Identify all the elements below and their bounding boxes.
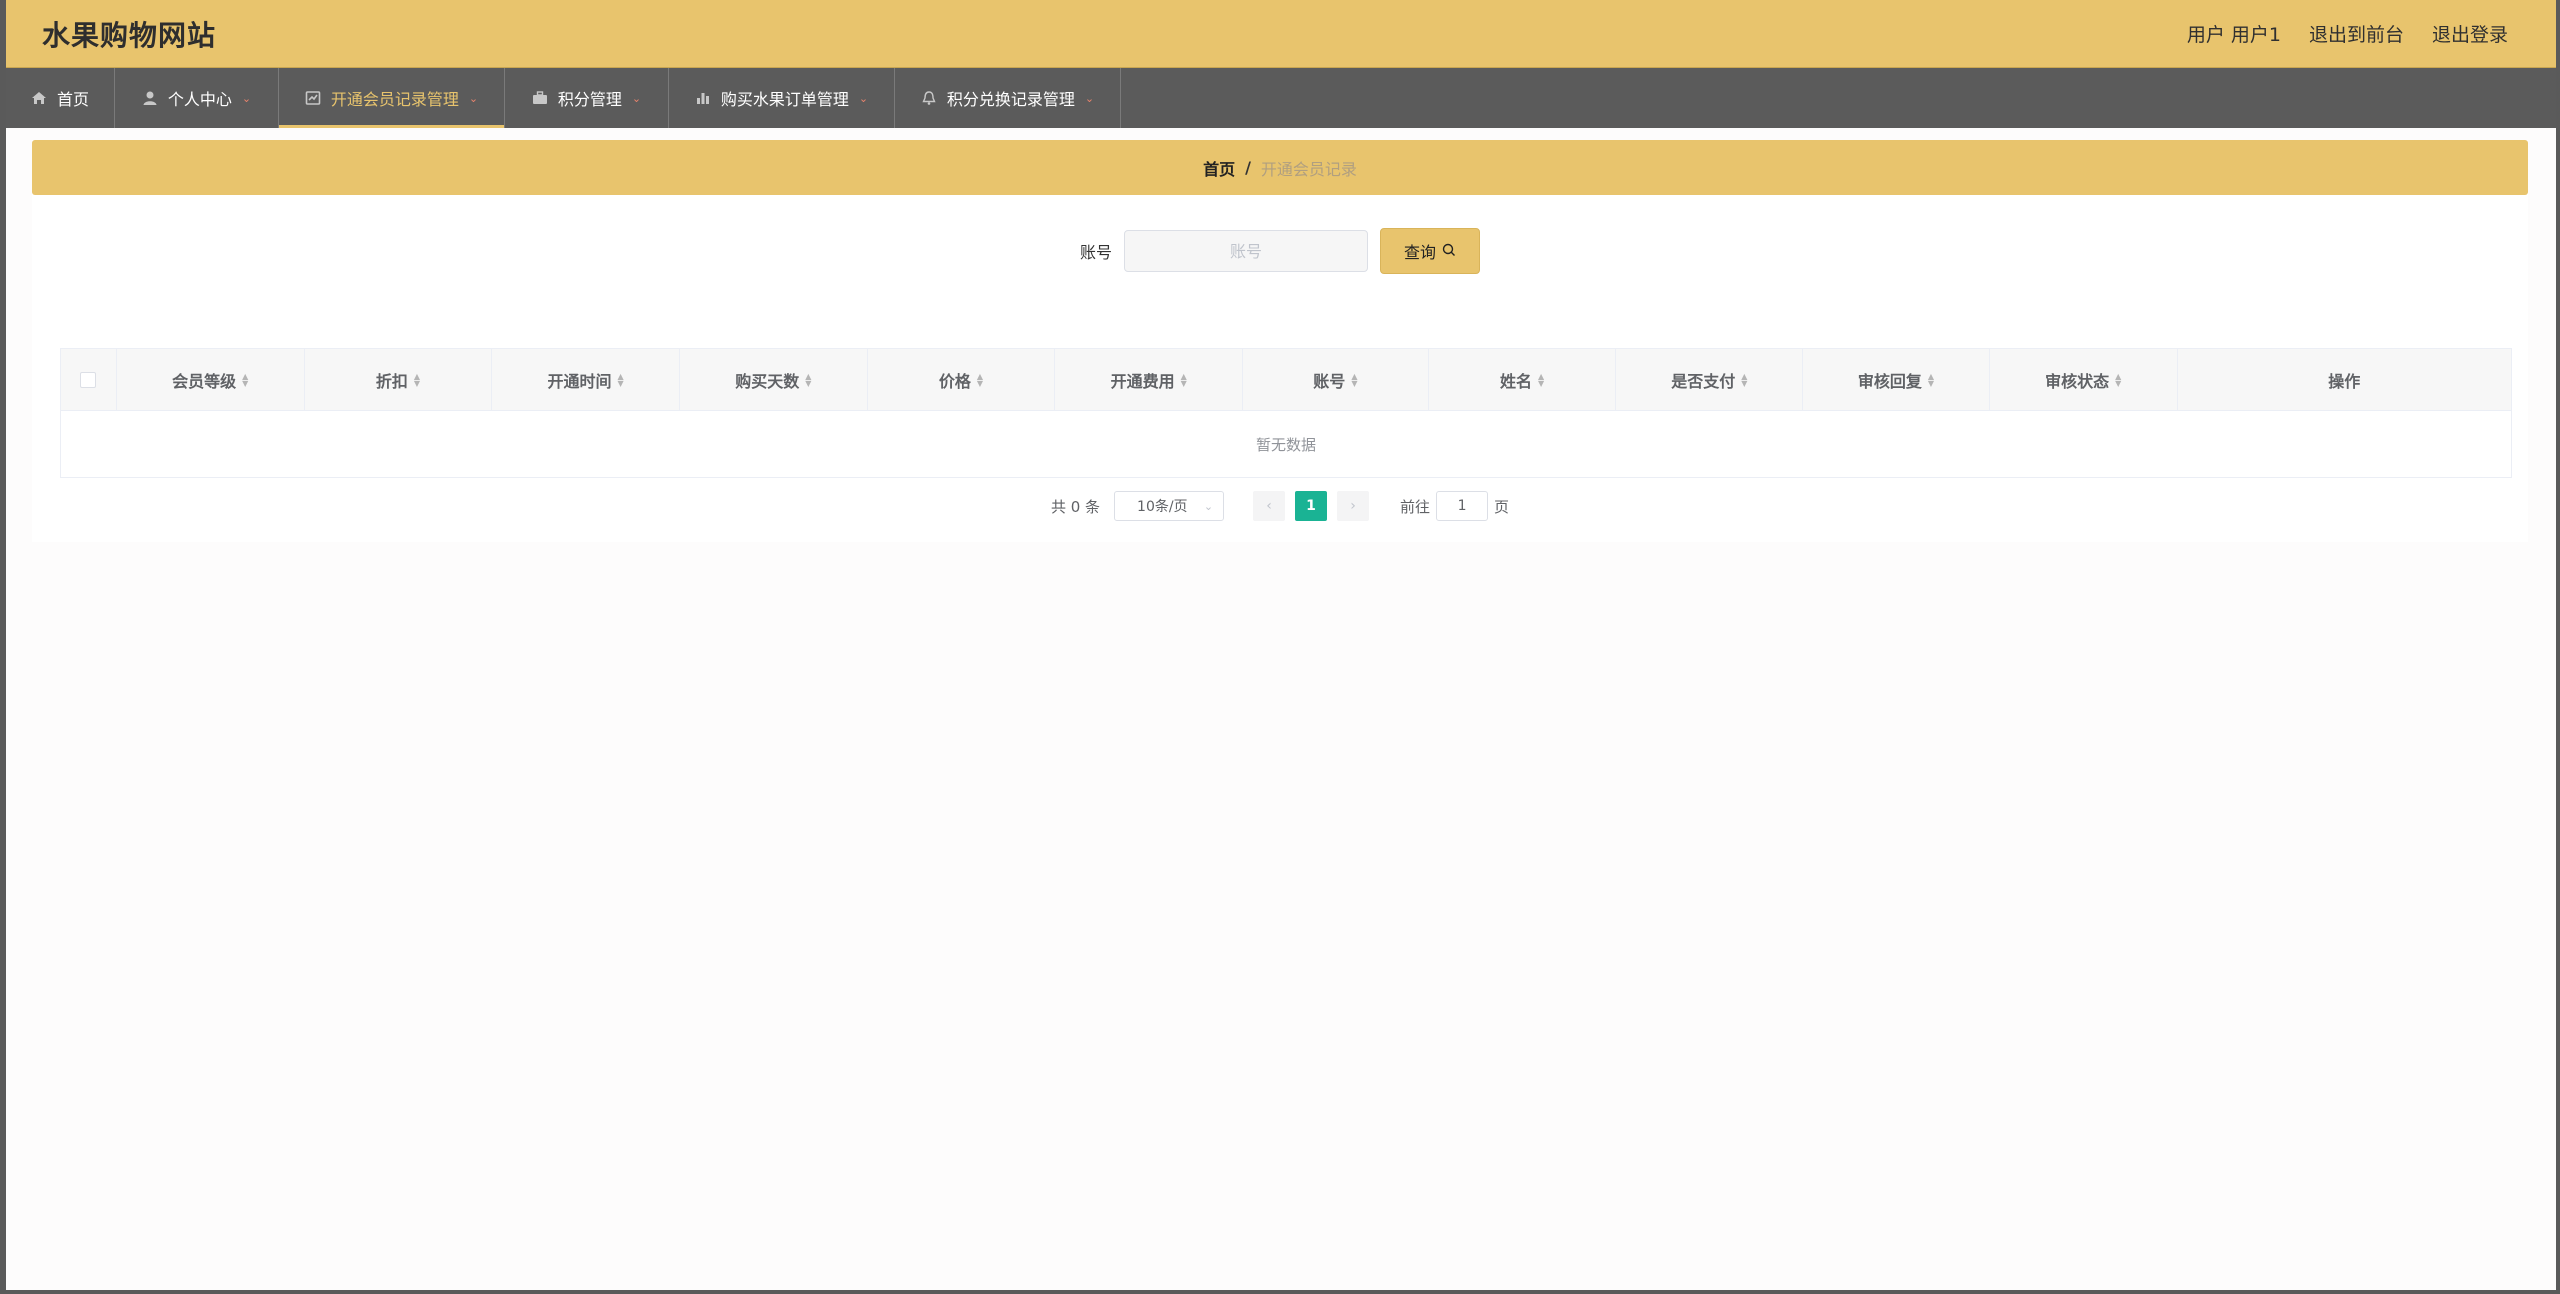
- pagination-total: 共 0 条: [1050, 497, 1101, 516]
- sort-icon: ▲ ▼: [1741, 371, 1748, 388]
- page-size-value: 10条/页: [1137, 499, 1188, 515]
- search-icon: [1442, 242, 1456, 261]
- nav-item-points[interactable]: 积分管理 ⌄: [505, 68, 669, 128]
- search-button[interactable]: 查询: [1380, 228, 1480, 274]
- sort-icon: ▲ ▼: [242, 371, 249, 388]
- main-nav: 首页 个人中心 ⌄ 开通会员记录管理 ⌄ 积分管理 ⌄ 购买水果订单管理 ⌄ 积…: [6, 68, 2556, 128]
- chart-icon: [695, 90, 711, 106]
- nav-label: 开通会员记录管理: [330, 90, 459, 109]
- top-header: 水果购物网站 用户 用户1 退出到前台 退出登录: [6, 0, 2556, 68]
- chevron-down-icon: ⌄: [1203, 499, 1214, 513]
- back-to-front-link[interactable]: 退出到前台: [2309, 20, 2404, 47]
- user-label[interactable]: 用户 用户1: [2187, 20, 2281, 47]
- column-header[interactable]: 折扣 ▲ ▼: [305, 349, 493, 410]
- briefcase-icon: [532, 90, 548, 106]
- select-all-cell: [61, 349, 117, 410]
- records-table: 会员等级 ▲ ▼ 折扣 ▲ ▼ 开通时间 ▲ ▼ 购买天数 ▲ ▼ 价格 ▲ ▼ 开通费用 ▲ ▼ 账号…: [60, 348, 2512, 478]
- nav-item-points-exchange[interactable]: 积分兑换记录管理 ⌄: [895, 68, 1121, 128]
- column-header[interactable]: 审核状态 ▲ ▼: [1990, 349, 2178, 410]
- chevron-down-icon: ⌄: [468, 91, 479, 105]
- sort-icon: ▲ ▼: [2115, 371, 2122, 388]
- column-header[interactable]: 价格 ▲ ▼: [868, 349, 1056, 410]
- search-label: 账号: [1079, 243, 1112, 262]
- nav-item-membership-records[interactable]: 开通会员记录管理 ⌄: [279, 68, 505, 128]
- column-header[interactable]: 姓名 ▲ ▼: [1429, 349, 1617, 410]
- breadcrumb-current: 开通会员记录: [1260, 159, 1357, 179]
- chevron-down-icon: ⌄: [858, 91, 869, 105]
- page-number-button[interactable]: 1: [1295, 491, 1328, 521]
- breadcrumb-home[interactable]: 首页: [1203, 156, 1235, 180]
- content-panel: 首页 / 开通会员记录 账号 查询 会员等级▲▼ 折扣▲▼ 开通时间▲▼: [32, 140, 2528, 542]
- column-header[interactable]: 是否支付 ▲ ▼: [1616, 349, 1804, 410]
- column-header-actions: 操作: [2328, 371, 2361, 391]
- chevron-right-icon: ›: [1350, 498, 1356, 514]
- search-input[interactable]: [1124, 230, 1368, 272]
- sort-icon: ▲ ▼: [1538, 371, 1545, 388]
- logout-link[interactable]: 退出登录: [2432, 20, 2508, 47]
- column-header[interactable]: 会员等级 ▲ ▼: [117, 349, 305, 410]
- breadcrumb: 首页 / 开通会员记录: [32, 140, 2528, 195]
- app-window: 水果购物网站 用户 用户1 退出到前台 退出登录 首页 个人中心 ⌄ 开通会员记…: [6, 0, 2556, 1290]
- next-page-button[interactable]: ›: [1337, 491, 1370, 521]
- chevron-down-icon: ⌄: [1084, 91, 1095, 105]
- nav-label: 购买水果订单管理: [720, 90, 849, 109]
- sort-icon: ▲ ▼: [1351, 371, 1358, 388]
- pagination: 共 0 条 10条/页 ⌄ ‹ 1 › 前往 页: [32, 490, 2528, 522]
- select-all-checkbox[interactable]: [80, 371, 97, 388]
- column-header[interactable]: 账号 ▲ ▼: [1243, 349, 1429, 410]
- header-user-area: 用户 用户1 退出到前台 退出登录: [2187, 20, 2508, 47]
- sort-icon: ▲ ▼: [1927, 371, 1935, 388]
- record-icon: [305, 90, 321, 106]
- goto-page-input[interactable]: [1436, 491, 1489, 521]
- sort-icon: ▲ ▼: [413, 371, 421, 388]
- search-form: 账号 查询: [32, 228, 2528, 274]
- sort-icon: ▲ ▼: [617, 371, 624, 388]
- sort-icon: ▲ ▼: [1180, 371, 1187, 388]
- nav-label: 首页: [56, 90, 89, 109]
- sort-icon: ▲ ▼: [805, 371, 812, 388]
- search-button-label: 查询: [1403, 243, 1436, 262]
- page-size-select[interactable]: 10条/页 ⌄: [1114, 491, 1225, 521]
- nav-label: 积分兑换记录管理: [946, 90, 1075, 109]
- chevron-down-icon: ⌄: [631, 91, 642, 105]
- sort-icon: ▲ ▼: [976, 371, 984, 388]
- goto-prefix: 前往: [1400, 497, 1431, 516]
- empty-state: 暂无数据: [1255, 435, 1316, 454]
- nav-label: 个人中心: [167, 90, 232, 109]
- prev-page-button[interactable]: ‹: [1253, 491, 1286, 521]
- goto-suffix: 页: [1494, 497, 1510, 516]
- nav-label: 积分管理: [557, 90, 622, 109]
- nav-item-fruit-orders[interactable]: 购买水果订单管理 ⌄: [669, 68, 895, 128]
- nav-item-home[interactable]: 首页: [6, 68, 115, 128]
- column-header[interactable]: 购买天数 ▲ ▼: [680, 349, 868, 410]
- bell-icon: [921, 90, 937, 106]
- chevron-down-icon: ⌄: [241, 91, 252, 105]
- home-icon: [31, 90, 47, 106]
- user-icon: [142, 90, 158, 106]
- column-header[interactable]: 审核回复 ▲ ▼: [1803, 349, 1990, 410]
- chevron-left-icon: ‹: [1266, 498, 1272, 514]
- breadcrumb-separator: /: [1245, 158, 1251, 177]
- column-header[interactable]: 开通时间 ▲ ▼: [492, 349, 680, 410]
- site-title: 水果购物网站: [42, 19, 217, 52]
- column-header[interactable]: 开通费用 ▲ ▼: [1055, 349, 1244, 410]
- nav-item-personal-center[interactable]: 个人中心 ⌄: [115, 68, 279, 128]
- table-header: 会员等级 ▲ ▼ 折扣 ▲ ▼ 开通时间 ▲ ▼ 购买天数 ▲ ▼ 价格 ▲ ▼ 开通费用 ▲ ▼ 账号…: [61, 349, 2511, 411]
